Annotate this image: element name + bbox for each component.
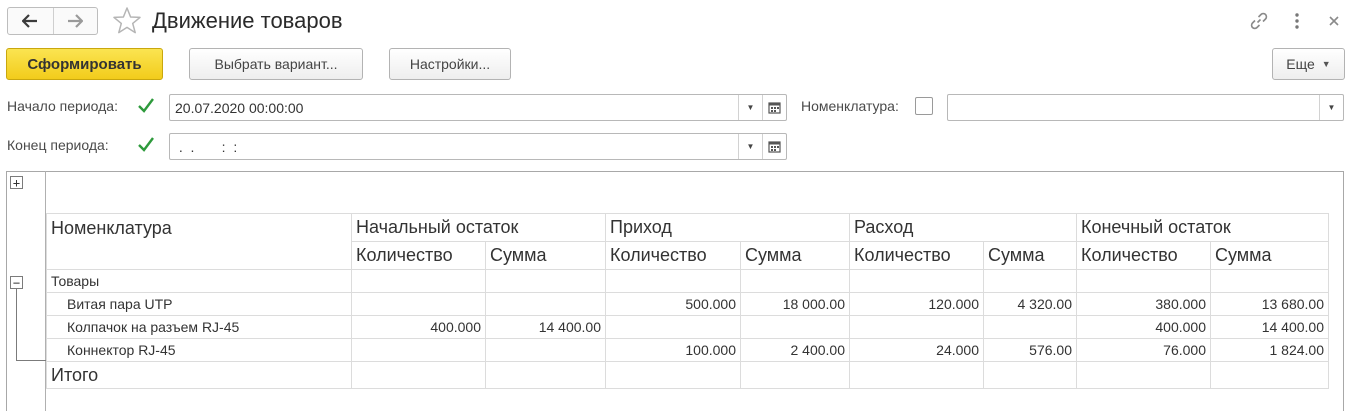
period-start-field[interactable]: 20.07.2020 00:00:00 ▼ [169, 94, 787, 121]
row-name: Витая пара UTP [46, 292, 352, 316]
row-open-sum: 14 400.00 [485, 315, 606, 339]
period-start-input[interactable]: 20.07.2020 00:00:00 [170, 100, 738, 116]
tree-line [16, 289, 17, 361]
row-in-sum [740, 315, 850, 339]
row-in-sum: 2 400.00 [740, 338, 850, 362]
row-in-qty [605, 315, 741, 339]
row-in-sum: 18 000.00 [740, 292, 850, 316]
row-close-sum: 14 400.00 [1210, 315, 1329, 339]
more-button[interactable]: Еще ▼ [1272, 48, 1345, 80]
row-close-sum: 1 824.00 [1210, 338, 1329, 362]
row-out-qty: 120.000 [849, 292, 984, 316]
tree-line [16, 360, 46, 361]
check-icon [138, 98, 154, 113]
period-start-label: Начало периода: [7, 98, 118, 114]
header-expense: Расход [849, 213, 1077, 242]
period-end-checkbox[interactable] [137, 136, 155, 154]
page-title: Движение товаров [152, 8, 343, 33]
subheader-sum: Сумма [485, 241, 606, 270]
row-in-qty: 100.000 [605, 338, 741, 362]
dropdown-icon[interactable]: ▼ [1319, 95, 1343, 120]
generate-button[interactable]: Сформировать [6, 48, 163, 80]
calendar-icon[interactable] [762, 134, 786, 159]
close-icon[interactable] [1323, 10, 1345, 32]
row-out-sum: 4 320.00 [983, 292, 1077, 316]
report-table: Номенклатура Начальный остаток Приход Ра… [46, 213, 1329, 389]
subheader-qty: Количество [605, 241, 741, 270]
choose-variant-label: Выбрать вариант... [214, 56, 338, 72]
settings-button[interactable]: Настройки... [389, 48, 511, 80]
table-row[interactable]: Колпачок на разъем RJ-45 400.000 14 400.… [46, 315, 1329, 339]
settings-label: Настройки... [409, 56, 491, 72]
total-label: Итого [46, 361, 352, 389]
header-opening-balance: Начальный остаток [351, 213, 606, 242]
check-icon [138, 137, 154, 152]
more-vertical-icon[interactable] [1286, 10, 1308, 32]
group-row[interactable]: Товары [46, 269, 1329, 293]
nomenclature-checkbox[interactable] [915, 97, 933, 115]
total-row[interactable]: Итого [46, 361, 1329, 389]
table-row[interactable]: Витая пара UTP 500.000 18 000.00 120.000… [46, 292, 1329, 316]
subheader-sum: Сумма [983, 241, 1077, 270]
group-name: Товары [46, 269, 352, 293]
period-end-input[interactable]: . . : : [170, 139, 738, 155]
row-name: Колпачок на разъем RJ-45 [46, 315, 352, 339]
dropdown-icon[interactable]: ▼ [738, 134, 762, 159]
subheader-qty: Количество [849, 241, 984, 270]
collapse-group-icon[interactable]: − [10, 276, 23, 289]
row-out-qty [849, 315, 984, 339]
row-open-sum [485, 338, 606, 362]
subheader-qty: Количество [351, 241, 486, 270]
row-close-qty: 400.000 [1076, 315, 1211, 339]
star-icon[interactable] [111, 5, 143, 37]
back-arrow-icon[interactable] [8, 8, 53, 34]
table-row[interactable]: Коннектор RJ-45 100.000 2 400.00 24.000 … [46, 338, 1329, 362]
choose-variant-button[interactable]: Выбрать вариант... [189, 48, 363, 80]
nomenclature-field[interactable]: ▼ [947, 94, 1344, 121]
subheader-sum: Сумма [1210, 241, 1329, 270]
row-open-qty: 400.000 [351, 315, 486, 339]
row-name: Коннектор RJ-45 [46, 338, 352, 362]
dropdown-icon[interactable]: ▼ [738, 95, 762, 120]
row-in-qty: 500.000 [605, 292, 741, 316]
period-end-field[interactable]: . . : : ▼ [169, 133, 787, 160]
row-out-qty: 24.000 [849, 338, 984, 362]
header-nomenclature: Номенклатура [46, 213, 352, 270]
row-out-sum [983, 315, 1077, 339]
row-close-qty: 380.000 [1076, 292, 1211, 316]
subheader-qty: Количество [1076, 241, 1211, 270]
row-open-qty [351, 292, 486, 316]
period-start-checkbox[interactable] [137, 97, 155, 115]
calendar-icon[interactable] [762, 95, 786, 120]
row-open-qty [351, 338, 486, 362]
period-end-label: Конец периода: [7, 137, 109, 153]
more-label: Еще [1286, 56, 1315, 72]
header-closing-balance: Конечный остаток [1076, 213, 1329, 242]
subheader-sum: Сумма [740, 241, 850, 270]
expand-all-icon[interactable]: + [10, 176, 23, 189]
row-close-sum: 13 680.00 [1210, 292, 1329, 316]
row-open-sum [485, 292, 606, 316]
link-icon[interactable] [1248, 10, 1270, 32]
forward-arrow-icon[interactable] [52, 8, 98, 34]
generate-button-label: Сформировать [27, 55, 142, 73]
nomenclature-label: Номенклатура: [801, 98, 899, 114]
row-out-sum: 576.00 [983, 338, 1077, 362]
header-income: Приход [605, 213, 850, 242]
row-close-qty: 76.000 [1076, 338, 1211, 362]
navigation-buttons [7, 7, 98, 35]
chevron-down-icon: ▼ [1321, 59, 1331, 69]
